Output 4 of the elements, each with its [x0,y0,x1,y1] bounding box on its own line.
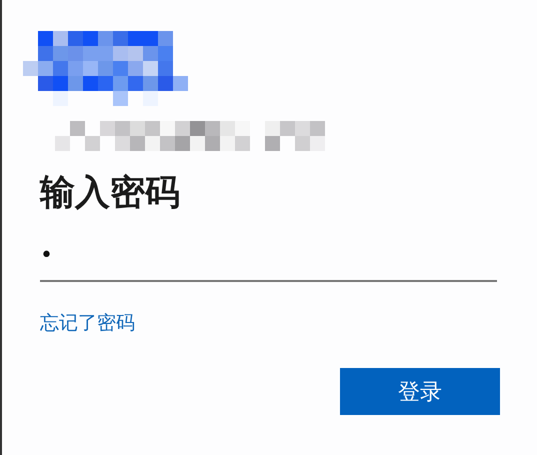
sign-in-button[interactable]: 登录 [340,368,500,415]
password-field[interactable]: • [40,239,497,282]
forgot-password-link[interactable]: 忘记了密码 [40,310,135,336]
page-heading: 输入密码 [40,172,181,215]
